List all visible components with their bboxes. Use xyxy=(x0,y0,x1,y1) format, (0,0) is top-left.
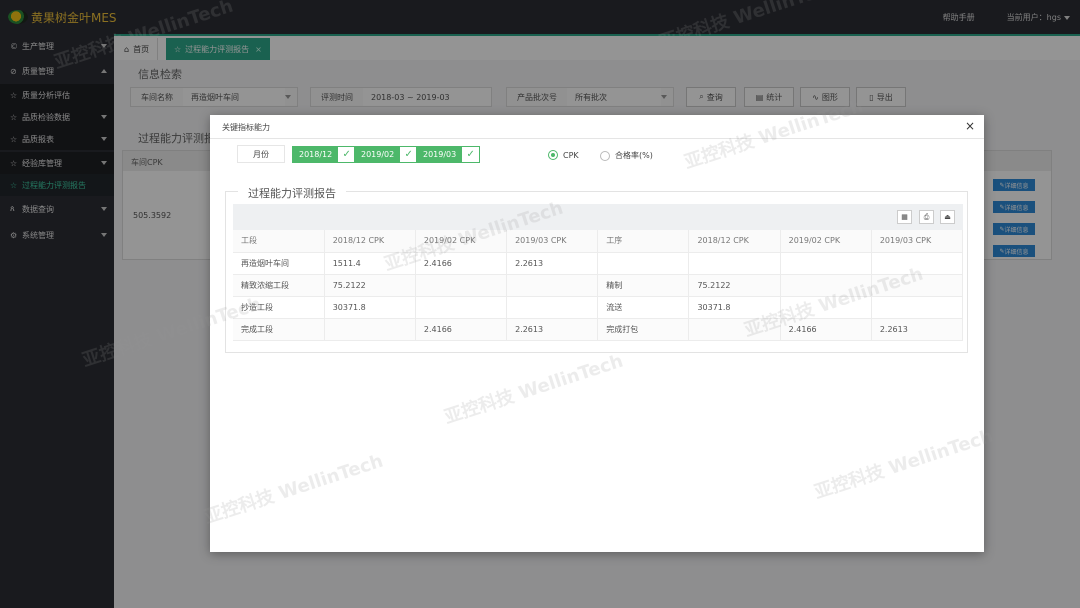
table-toolbar: ▦ ⎙ ⏏ xyxy=(233,204,963,230)
table-cell xyxy=(780,252,872,275)
table-cell: 2.2613 xyxy=(871,318,964,341)
report-title: 过程能力评测报告 xyxy=(238,185,346,201)
table-row: 抄造工段 30371.8 流送 30371.8 xyxy=(233,296,964,319)
export-icon[interactable]: ⏏ xyxy=(940,210,955,224)
key-indicator-modal: 关键指标能力 × 月份 2018/12 ✓ 2019/02 ✓ 2019/03 ✓ C… xyxy=(210,115,984,552)
table-cell: 精制 xyxy=(597,274,690,297)
table-cell: 完成工段 xyxy=(233,318,325,341)
table-cell xyxy=(506,296,599,319)
table-cell xyxy=(688,252,781,275)
table-cell: 2.4166 xyxy=(415,318,508,341)
month-chip[interactable]: 2018/12 ✓ xyxy=(292,146,357,163)
month-chip-label: 2019/02 xyxy=(355,147,401,162)
modal-title: 关键指标能力 xyxy=(222,123,270,132)
column-header[interactable]: 2018/12 CPK xyxy=(324,230,416,253)
print-icon[interactable]: ⎙ xyxy=(919,210,934,224)
radio-cpk[interactable]: CPK xyxy=(548,150,579,160)
table-cell: 2.4166 xyxy=(415,252,508,275)
month-chip[interactable]: 2019/03 ✓ xyxy=(416,146,481,163)
check-icon: ✓ xyxy=(400,147,418,162)
table-cell: 2.2613 xyxy=(506,252,599,275)
column-header[interactable]: 2019/03 CPK xyxy=(506,230,599,253)
table-cell xyxy=(780,296,872,319)
column-header[interactable]: 工序 xyxy=(597,230,690,253)
month-label: 月份 xyxy=(237,145,285,163)
radio-selected-icon xyxy=(548,150,558,160)
table-cell: 75.2122 xyxy=(688,274,781,297)
table-row: 完成工段 2.4166 2.2613 完成打包 2.4166 2.2613 xyxy=(233,318,964,341)
table-cell: 30371.8 xyxy=(324,296,416,319)
cpk-table: 工段 2018/12 CPK 2019/02 CPK 2019/03 CPK 工… xyxy=(233,230,964,341)
radio-cpk-label: CPK xyxy=(563,150,579,160)
table-cell: 精致浓缩工段 xyxy=(233,274,325,297)
radio-unselected-icon xyxy=(600,150,610,161)
column-header[interactable]: 2019/02 CPK xyxy=(415,230,508,253)
table-header-row: 工段 2018/12 CPK 2019/02 CPK 2019/03 CPK 工… xyxy=(233,230,964,253)
table-row: 精致浓缩工段 75.2122 精制 75.2122 xyxy=(233,274,964,297)
table-cell xyxy=(506,274,599,297)
table-cell: 30371.8 xyxy=(688,296,781,319)
table-cell xyxy=(871,296,964,319)
table-cell: 2.2613 xyxy=(506,318,599,341)
table-cell: 2.4166 xyxy=(780,318,872,341)
report-section: 过程能力评测报告 ▦ ⎙ ⏏ 工段 2018/12 CPK 2019/02 CP… xyxy=(225,185,968,353)
radio-pass-rate[interactable]: 合格率(%) xyxy=(600,150,653,161)
month-chip[interactable]: 2019/02 ✓ xyxy=(354,146,419,163)
column-header[interactable]: 2019/02 CPK xyxy=(780,230,872,253)
check-icon: ✓ xyxy=(462,147,480,162)
table-cell xyxy=(324,318,416,341)
column-header[interactable]: 2019/03 CPK xyxy=(871,230,964,253)
month-chip-label: 2018/12 xyxy=(293,147,339,162)
table-cell xyxy=(415,274,508,297)
table-cell: 1511.4 xyxy=(324,252,416,275)
columns-icon[interactable]: ▦ xyxy=(897,210,912,224)
column-header[interactable]: 2018/12 CPK xyxy=(688,230,781,253)
table-cell xyxy=(871,274,964,297)
radio-pass-label: 合格率(%) xyxy=(615,151,653,160)
table-cell xyxy=(780,274,872,297)
table-cell xyxy=(597,252,690,275)
table-cell: 抄造工段 xyxy=(233,296,325,319)
table-cell xyxy=(688,318,781,341)
check-icon: ✓ xyxy=(338,147,356,162)
close-icon[interactable]: × xyxy=(965,119,975,133)
modal-header: 关键指标能力 × xyxy=(210,115,984,139)
table-cell xyxy=(415,296,508,319)
table-cell: 流送 xyxy=(597,296,690,319)
table-cell: 再造烟叶车间 xyxy=(233,252,325,275)
table-cell: 完成打包 xyxy=(597,318,690,341)
column-header[interactable]: 工段 xyxy=(233,230,325,253)
month-chip-label: 2019/03 xyxy=(417,147,463,162)
table-cell: 75.2122 xyxy=(324,274,416,297)
table-row: 再造烟叶车间 1511.4 2.4166 2.2613 xyxy=(233,252,964,275)
table-cell xyxy=(871,252,964,275)
